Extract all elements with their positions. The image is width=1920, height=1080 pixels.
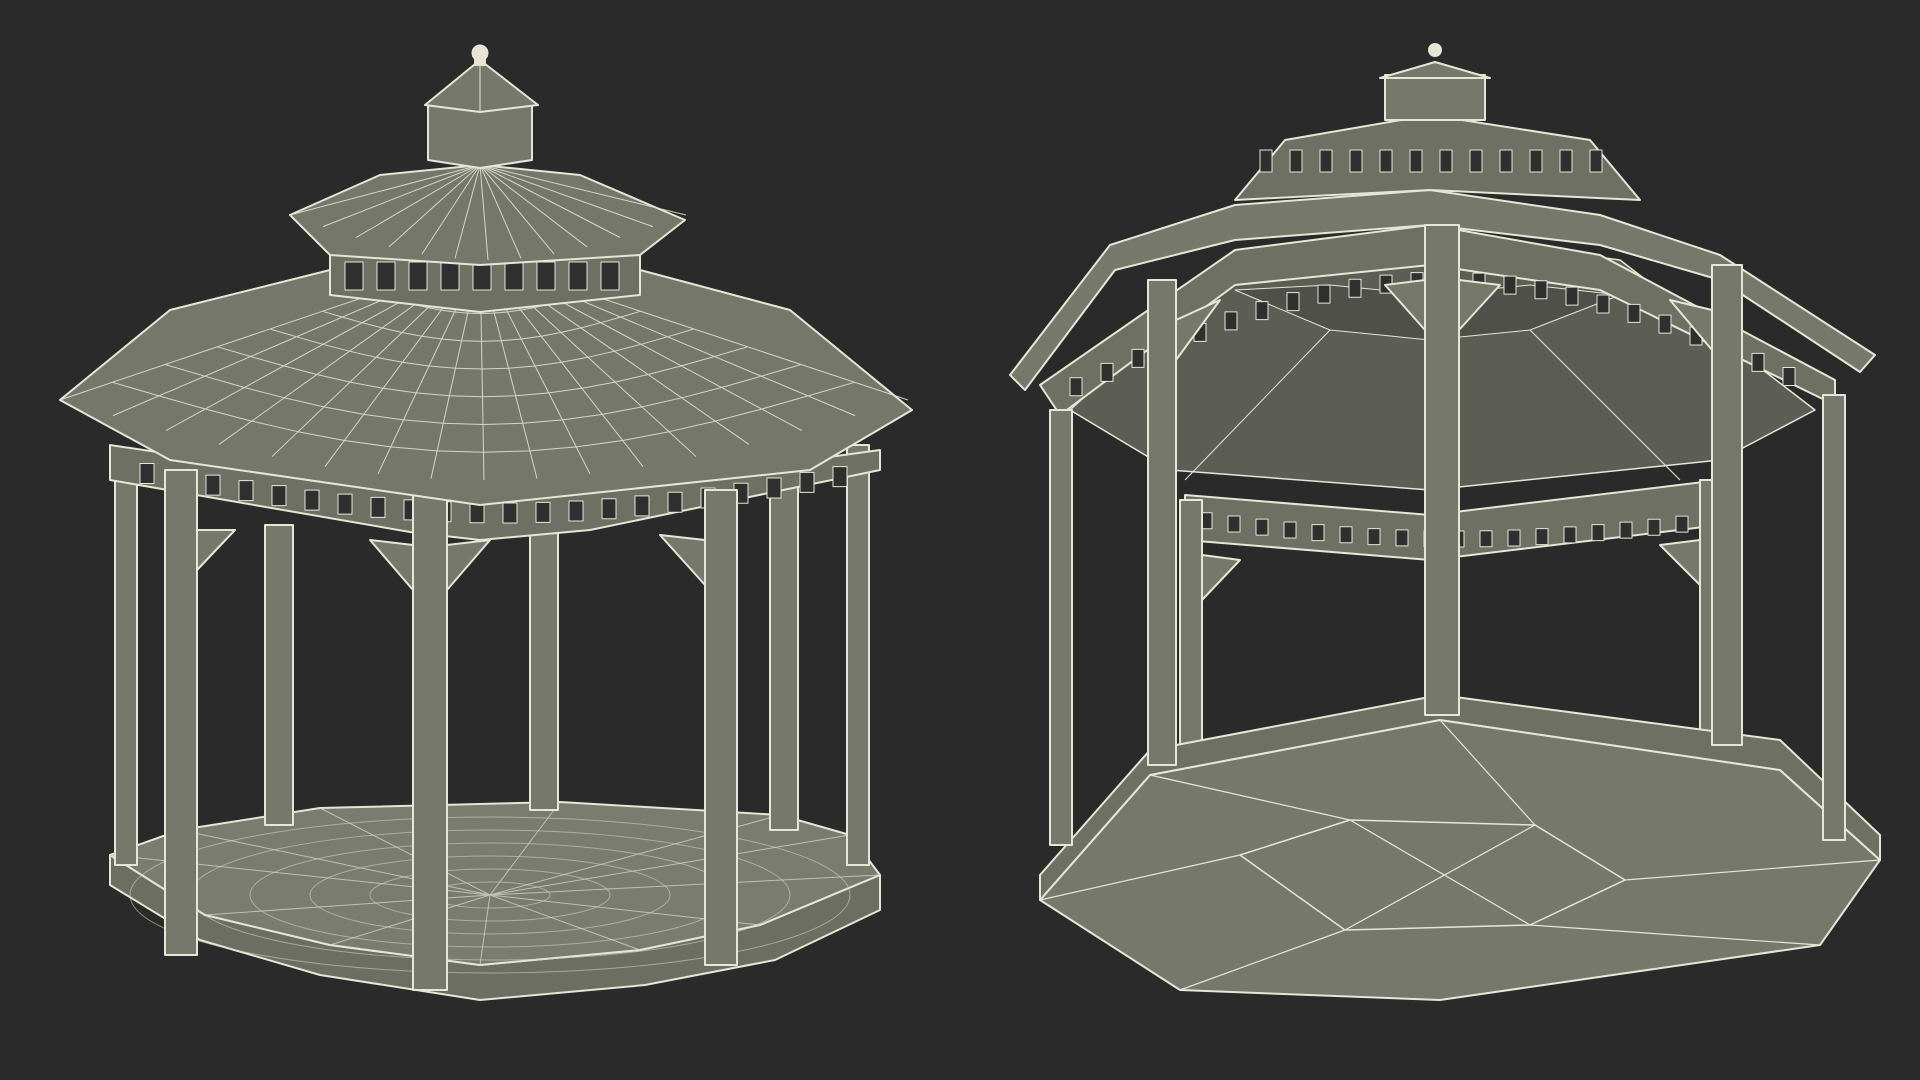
post-back [1179,499,1203,756]
bracket [446,539,491,591]
drum-window [344,261,364,291]
bracket [1659,539,1701,586]
upper-slat [1589,149,1603,173]
post-front [1424,224,1460,716]
upper-slat [1499,149,1513,173]
post-front-center [412,494,448,991]
post-right-mid [846,444,870,866]
drum-window [600,261,620,291]
post-front [1822,394,1846,841]
frieze-slat [304,489,320,511]
bracket [659,534,706,586]
upper-slat [1349,149,1363,173]
post-back-left [264,524,294,826]
frieze-slat [1507,529,1521,547]
frieze-slat [601,498,617,520]
upper-slat [1319,149,1333,173]
upper-slat [1469,149,1483,173]
frieze-slat [1565,286,1579,306]
upper-slat [1259,149,1273,173]
bracket [1201,554,1241,601]
post-front-left [164,469,198,956]
lantern [1384,74,1486,121]
frieze-slat [799,471,815,493]
frieze-slat [1255,301,1269,321]
drum-window [536,261,556,291]
post-front-right [704,489,738,966]
frieze-slat [1534,280,1548,300]
frieze-slat [1395,529,1409,547]
upper-slat [1379,149,1393,173]
frieze-slat [1627,303,1641,323]
finial-base [474,58,486,66]
frieze-slat [1317,284,1331,304]
scene-canvas [59,43,1881,1001]
frieze-slat [1503,275,1517,295]
frieze-slat [1131,348,1145,368]
frieze-slat [502,502,518,524]
frieze-slat [1286,292,1300,312]
post-front [1147,279,1177,766]
lantern-cap [1379,61,1491,79]
upper-slat [1439,149,1453,173]
frieze-slat [1367,528,1381,546]
post-front [1049,409,1073,846]
frieze-slat [271,485,287,507]
upper-slat [1289,149,1303,173]
frieze-slat [568,500,584,522]
drum-window [504,261,524,291]
frieze-slat [1227,515,1241,533]
frieze-slat [1647,518,1661,536]
frieze-slat [1596,294,1610,314]
frieze-slat [1283,521,1297,539]
bracket [196,529,236,571]
frieze-slat [535,501,551,523]
frieze-slat [1751,352,1765,372]
post-back-right [529,524,559,811]
frieze-slat [205,474,221,496]
frieze-slat [634,495,650,517]
frieze-slat [238,480,254,502]
finial [1428,43,1442,57]
frieze-slat [1069,377,1083,397]
upper-slat [1529,149,1543,173]
frieze-slat [1658,314,1672,334]
drum-window [440,261,460,291]
frieze-slat [139,462,155,484]
gazebo-wireframe-bottom-view [1009,43,1881,1001]
frieze-slat [1591,524,1605,542]
post-back-far-left [114,454,138,866]
frieze-slat [1339,526,1353,544]
frieze-slat [1100,362,1114,382]
frieze-slat [1563,526,1577,544]
frieze-slat [370,496,386,518]
frieze-slat [1311,524,1325,542]
drum-window [376,261,396,291]
post-front [1711,264,1743,746]
frieze-slat [1782,367,1796,387]
frieze-slat [337,493,353,515]
drum-window [472,261,492,291]
drum-window [408,261,428,291]
gazebo-wireframe-top-view [59,44,913,1001]
frieze-slat [1619,521,1633,539]
frieze-slat [1479,530,1493,548]
frieze-slat [1348,278,1362,298]
drum-window [568,261,588,291]
frieze-slat [1255,518,1269,536]
render-viewport [0,0,1920,1080]
frieze-slat [1224,311,1238,331]
lantern-roof [424,59,539,113]
bracket [369,539,414,591]
frieze-slat [667,491,683,513]
upper-slat [1409,149,1423,173]
frieze-slat [832,466,848,488]
frieze-slat [766,477,782,499]
frieze-slat [1535,528,1549,546]
post-back-far-right [769,469,799,831]
upper-slat [1559,149,1573,173]
frieze-slat [1675,515,1689,533]
